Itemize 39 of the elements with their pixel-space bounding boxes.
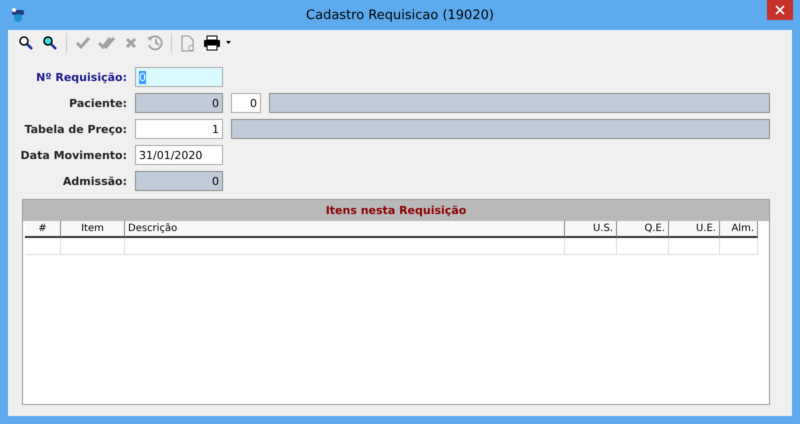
column-header[interactable]: U.S. bbox=[565, 221, 617, 238]
toolbar-button[interactable] bbox=[202, 33, 232, 53]
history-icon bbox=[146, 34, 164, 52]
table-cell bbox=[720, 238, 758, 255]
grid-title: Itens nesta Requisição bbox=[326, 204, 466, 217]
input-field[interactable]: 1 bbox=[135, 119, 223, 139]
printer-icon bbox=[203, 35, 231, 51]
column-header[interactable]: Alm. bbox=[720, 221, 758, 238]
field-label: Tabela de Preço: bbox=[24, 122, 127, 136]
window-title: Cadastro Requisicao (19020) bbox=[306, 8, 494, 22]
column-header[interactable]: Descrição bbox=[125, 221, 565, 238]
search-icon bbox=[42, 35, 58, 51]
close-button[interactable] bbox=[767, 0, 793, 20]
app-icon bbox=[10, 7, 26, 23]
column-header[interactable]: Q.E. bbox=[617, 221, 669, 238]
table-cell bbox=[25, 238, 61, 255]
table-cell bbox=[565, 238, 617, 255]
table-cell bbox=[669, 238, 720, 255]
check-icon bbox=[75, 35, 91, 51]
input-field[interactable]: 31/01/2020 bbox=[135, 145, 223, 165]
column-header[interactable]: Item bbox=[61, 221, 125, 238]
table-cell bbox=[61, 238, 125, 255]
column-header[interactable]: U.E. bbox=[669, 221, 720, 238]
search-icon bbox=[18, 35, 34, 51]
field-label: Paciente: bbox=[68, 96, 127, 110]
column-header[interactable]: # bbox=[25, 221, 61, 238]
document-icon bbox=[181, 34, 195, 52]
input-field[interactable]: 0 bbox=[231, 93, 261, 113]
field-label: Nº Requisição: bbox=[35, 70, 127, 84]
input-field[interactable]: 0 bbox=[135, 171, 223, 191]
double-check-icon bbox=[98, 35, 116, 51]
table-cell bbox=[617, 238, 669, 255]
cross-icon bbox=[124, 36, 138, 50]
input-field[interactable] bbox=[231, 119, 770, 139]
field-label: Admissão: bbox=[62, 174, 127, 188]
input-field[interactable]: 0 bbox=[135, 93, 223, 113]
field-label: Data Movimento: bbox=[20, 148, 127, 162]
input-field[interactable] bbox=[269, 93, 770, 113]
close-icon bbox=[775, 5, 785, 15]
